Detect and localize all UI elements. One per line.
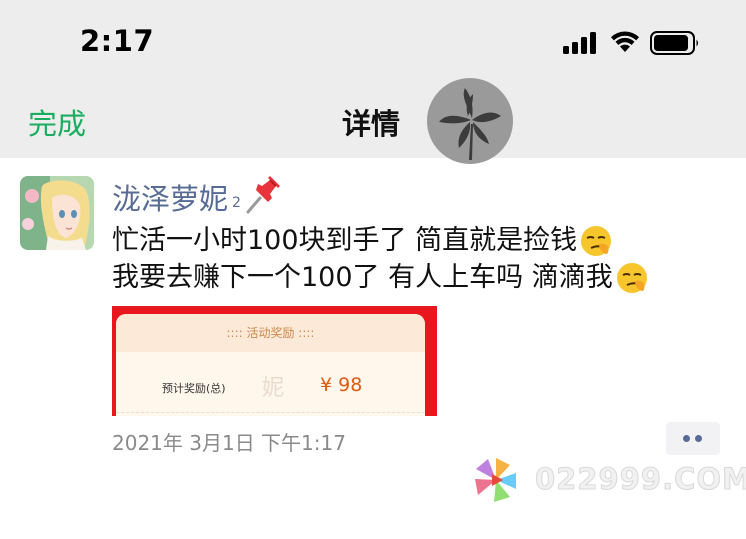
floating-avatar[interactable] bbox=[427, 78, 513, 164]
smirk-emoji-icon bbox=[581, 225, 612, 256]
status-time: 2:17 bbox=[80, 24, 155, 58]
user-level-badge: 2 bbox=[232, 195, 241, 211]
done-button[interactable]: 完成 bbox=[28, 101, 86, 143]
anime-avatar-icon bbox=[20, 176, 94, 250]
post-line-1: 忙活一小时100块到手了 简直就是捡钱 bbox=[112, 222, 649, 259]
post-image[interactable]: :::: 活动奖励 :::: 预计奖励(总) 妮 ¥ 98 bbox=[112, 306, 437, 416]
pushpin-icon bbox=[246, 176, 280, 214]
smirk-emoji-icon bbox=[616, 262, 647, 293]
post-line-text: 我要去赚下一个100了 有人上车吗 滴滴我 bbox=[112, 262, 613, 293]
image-watermark-char: 妮 bbox=[262, 376, 285, 401]
post-timestamp: 2021年 3月1日 下午1:17 bbox=[112, 431, 346, 455]
reward-label: 预计奖励(总) bbox=[162, 382, 226, 395]
pinwheel-logo-icon bbox=[475, 458, 516, 502]
dot-icon bbox=[683, 435, 690, 442]
page-title: 详情 bbox=[342, 107, 401, 141]
battery-icon bbox=[650, 31, 698, 55]
site-watermark: 022999.COM bbox=[535, 462, 746, 497]
card-divider bbox=[116, 412, 425, 413]
post-text: 忙活一小时100块到手了 简直就是捡钱 我要去赚下一个100了 有人上车吗 滴滴… bbox=[112, 222, 649, 296]
dot-icon bbox=[695, 435, 702, 442]
post-line-2: 我要去赚下一个100了 有人上车吗 滴滴我 bbox=[112, 259, 649, 296]
user-avatar[interactable] bbox=[20, 176, 94, 250]
reward-card: :::: 活动奖励 :::: 预计奖励(总) 妮 ¥ 98 bbox=[116, 314, 425, 416]
more-options-button[interactable] bbox=[666, 422, 720, 455]
reward-amount: ¥ 98 bbox=[320, 374, 363, 396]
top-bar: 2:17 完成 详情 bbox=[0, 0, 746, 158]
lily-icon bbox=[439, 88, 501, 160]
wifi-icon bbox=[611, 31, 639, 52]
signal-icon bbox=[563, 32, 596, 54]
username[interactable]: 泷泽萝妮 bbox=[112, 176, 228, 218]
post-line-text: 忙活一小时100块到手了 简直就是捡钱 bbox=[112, 225, 578, 256]
reward-card-header: :::: 活动奖励 :::: bbox=[116, 314, 425, 352]
